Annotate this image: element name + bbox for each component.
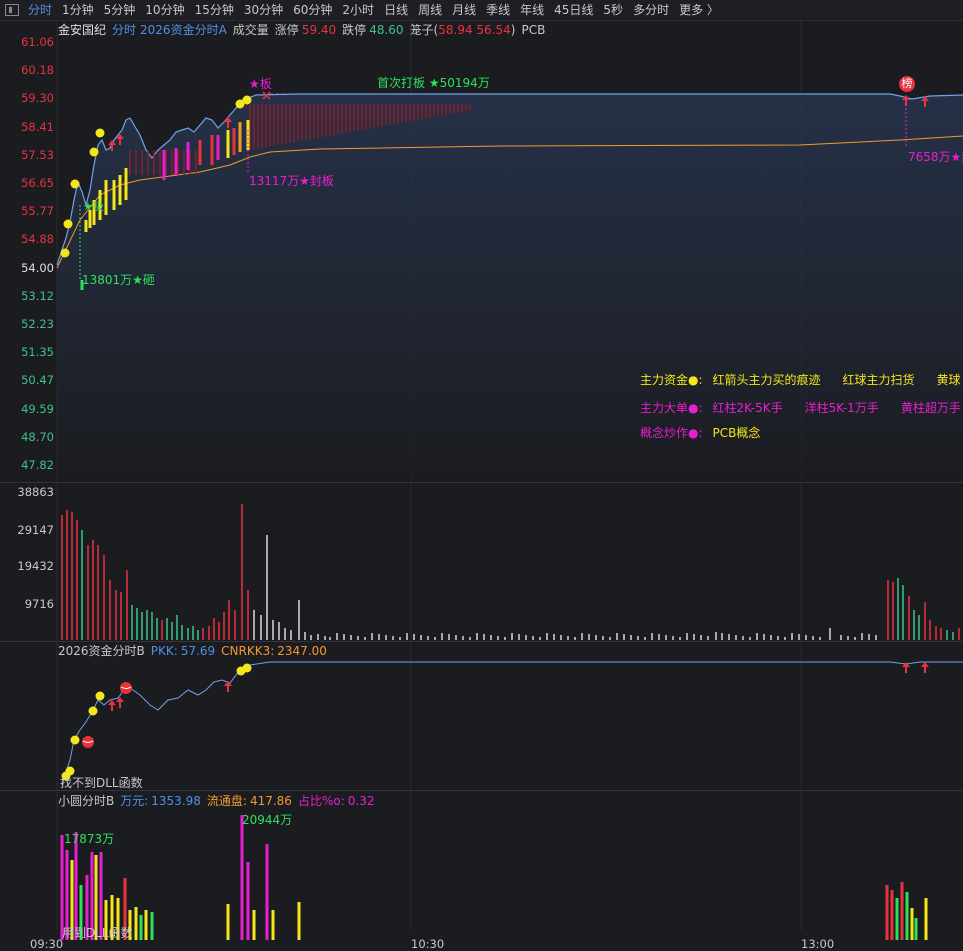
ratio-value: 0.32 <box>347 794 375 808</box>
yellow-ball <box>63 219 73 229</box>
yellow-ball <box>242 95 252 105</box>
legend-orders-item: 黄柱超万手 <box>900 401 961 415</box>
yellow-ball <box>60 248 70 258</box>
first-board-label: 首次打板 ★50194万 <box>377 76 490 90</box>
panel-b-name[interactable]: 2026资金分时B <box>58 642 145 660</box>
price-area-fill <box>57 94 963 482</box>
pkk-value: 57.69 <box>180 644 216 658</box>
rank-badge[interactable]: 榜 <box>899 76 915 92</box>
float-value: 417.86 <box>249 794 292 808</box>
peak2-label: 20944万 <box>242 813 293 827</box>
yellow-ball <box>89 147 99 157</box>
panel-b-dll-note: 找不到DLL函数 <box>60 776 143 790</box>
legend-row-orders: 主力大单●: 红柱2K-5K手 洋柱5K-1万手 黄柱超万手 <box>640 399 961 416</box>
legend-funds-item: 红球主力扫货 <box>842 373 915 387</box>
panel-b-line <box>61 661 963 786</box>
smash-label: 13801万★砸 <box>82 273 155 287</box>
panel-b-yellow-ball <box>88 706 98 716</box>
panel-c-dll-note: 用到DLL函数 <box>62 926 133 940</box>
panel-c-header: 小圆分时B 万元: 1353.98 流通盘: 417.86 占比%o: 0.32 <box>58 792 374 810</box>
yellow-ball <box>95 128 105 138</box>
time-tick: 13:00 <box>801 937 835 951</box>
legend-orders-item: 洋柱5K-1万手 <box>804 401 879 415</box>
legend-funds-item: 红箭头主力买的痕迹 <box>712 373 821 387</box>
legend-row-concept: 概念炒作●: PCB概念 <box>640 424 760 441</box>
pkk-label: PKK: <box>150 644 178 658</box>
legend-orders-title: 主力大单●: <box>640 401 703 415</box>
panel-b-yellow-ball <box>242 663 252 673</box>
panel-b-arrow <box>108 700 116 711</box>
legend-funds-item: 黄球 <box>936 373 961 387</box>
float-label: 流通盘: <box>206 794 247 808</box>
cnrkk-value: 2347.00 <box>277 644 327 658</box>
panel-b-yellow-ball <box>95 691 105 701</box>
peak1-label: 17873万 <box>64 832 115 846</box>
panel-b-yellow-ball <box>70 735 80 745</box>
legend-orders-item: 红柱2K-5K手 <box>712 401 783 415</box>
legend-funds-title: 主力资金●: <box>640 373 703 387</box>
legend-row-funds: 主力资金●: 红箭头主力买的痕迹 红球主力扫货 黄球 <box>640 371 961 388</box>
legend-concept-title: 概念炒作●: <box>640 426 703 440</box>
time-tick: 10:30 <box>411 937 445 951</box>
yellow-ball <box>70 179 80 189</box>
wanyuan-label: 万元: <box>120 794 149 808</box>
right-seal-label: 7658万★封 <box>908 150 963 164</box>
time-tick: 09:30 <box>30 937 64 951</box>
board-star-label: ★板 <box>249 77 272 91</box>
cnrkk-label: CNRKK3: <box>221 644 275 658</box>
panel-c-name[interactable]: 小圆分时B <box>58 792 114 810</box>
panel-b-arrow <box>921 662 929 673</box>
panel-b-header: 2026资金分时B PKK: 57.69 CNRKK3: 2347.00 <box>58 642 327 660</box>
legend-concept-item: PCB概念 <box>712 426 761 440</box>
suck-label: ★吸 <box>83 200 104 213</box>
seal-label: 13117万★封板 <box>249 174 334 188</box>
wanyuan-value: 1353.98 <box>151 794 201 808</box>
ratio-label: 占比%o: <box>297 794 345 808</box>
